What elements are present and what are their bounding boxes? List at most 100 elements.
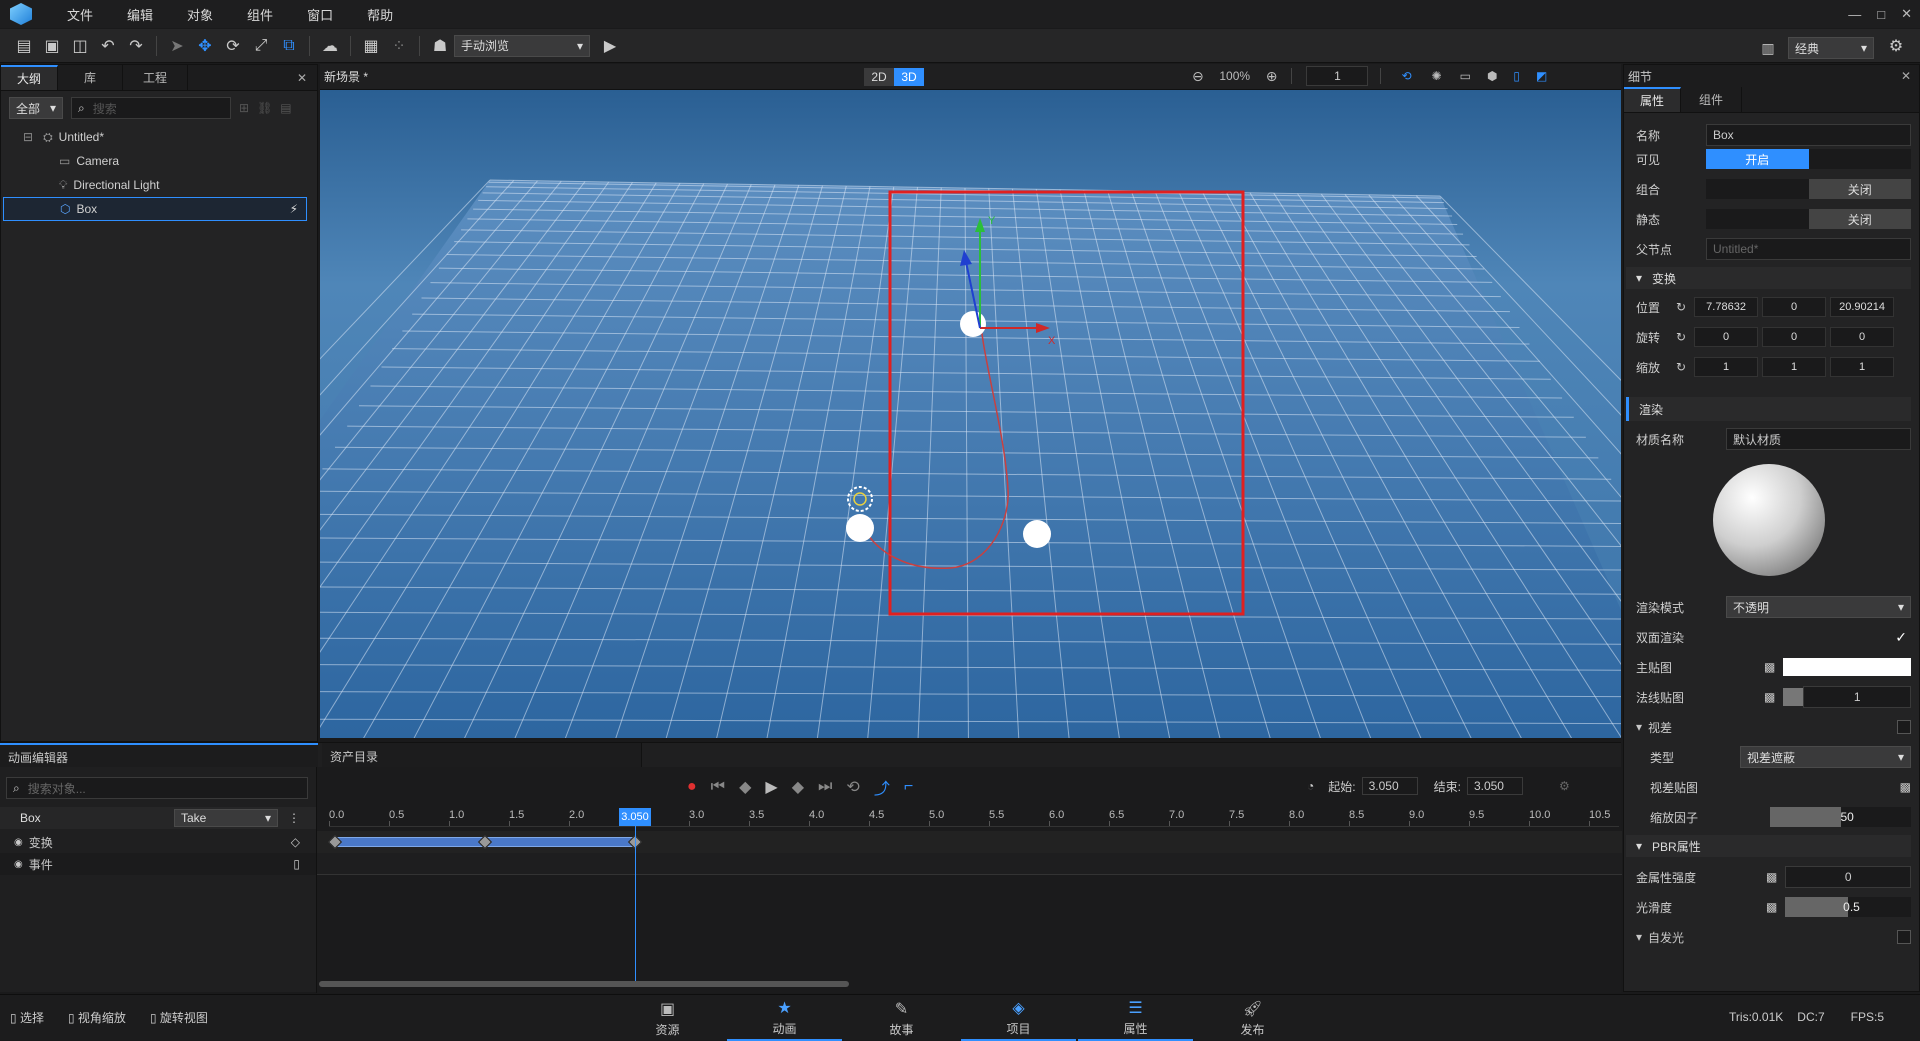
path-point-mid[interactable] (1023, 520, 1051, 548)
time-ruler[interactable]: 0.00.51.01.52.02.53.03.54.04.55.05.56.06… (329, 809, 1619, 827)
end-input[interactable]: 3.050 (1466, 777, 1523, 795)
sun-icon[interactable]: ✺ (1432, 69, 1442, 83)
grid-icon[interactable]: ▦ (357, 32, 385, 60)
tab-project[interactable]: 工程 (123, 65, 189, 90)
group-toggle[interactable]: 关闭 (1706, 179, 1911, 199)
collapse-icon[interactable]: ⊟ (23, 130, 33, 144)
play-icon[interactable]: ▶ (596, 32, 624, 60)
tangent-icon[interactable]: ⌐ (904, 778, 913, 796)
timeline-area[interactable]: ● ⏮ ◆ ▶ ◆ ⏭ ⟲ ⤴ ⌐ ◔ 起始: 3.050 结束: 3.050 … (316, 767, 1622, 993)
count-input[interactable]: 1 (1306, 66, 1369, 86)
save-icon[interactable]: ▣ (38, 32, 66, 60)
position-z[interactable]: 20.90214 (1830, 297, 1895, 317)
path-point-start[interactable] (846, 514, 874, 542)
smoothness-slider[interactable]: 0.5 (1785, 897, 1911, 917)
play-anim-icon[interactable]: ▶ (765, 777, 777, 797)
start-input[interactable]: 3.050 (1361, 777, 1418, 795)
scale-tool-icon[interactable]: ⤢ (247, 32, 275, 60)
visible-toggle[interactable]: 开启 (1706, 149, 1911, 169)
stats-toggle-icon[interactable]: ◩ (1536, 69, 1547, 83)
add-keyframe-icon[interactable]: ◇ (291, 835, 300, 849)
normal-texture-swatch[interactable] (1783, 688, 1804, 706)
zoom-out-icon[interactable]: ⊖ (1192, 68, 1204, 85)
tab-asset-directory[interactable]: 资产目录 (322, 743, 642, 767)
material-field[interactable]: 默认材质 (1726, 428, 1911, 450)
reset-icon[interactable]: ↻ (1676, 330, 1686, 344)
filter-select[interactable]: 全部 ▾ (9, 97, 63, 119)
expand-all-icon[interactable]: ⊞ (239, 101, 249, 115)
outline-search-input[interactable]: ⌕ 搜索 (71, 97, 231, 119)
reset-icon[interactable]: ↻ (1676, 300, 1686, 314)
menu-component[interactable]: 组件 (230, 5, 290, 24)
track-event[interactable]: ◉ 事件 ▯ (0, 853, 316, 875)
tab-properties[interactable]: 属性 (1624, 87, 1682, 112)
eye-icon[interactable]: ◉ (14, 859, 23, 870)
anim-search-input[interactable]: ⌕ 搜索对象... (6, 777, 308, 799)
camera-sync-icon[interactable]: ⟲ (1401, 69, 1411, 83)
take-select[interactable]: Take ▾ (174, 809, 278, 827)
transform-space-icon[interactable]: ⧉ (275, 32, 303, 60)
main-texture-swatch[interactable] (1783, 658, 1911, 676)
redo-icon[interactable]: ↷ (122, 32, 150, 60)
menu-file[interactable]: 文件 (50, 5, 110, 24)
snap-grid-icon[interactable]: ⁘ (385, 32, 413, 60)
timeline-settings-icon[interactable]: ⚙ (1559, 779, 1570, 793)
prev-key-icon[interactable]: ◆ (739, 777, 751, 797)
scale-factor-slider[interactable]: 50 (1770, 807, 1911, 827)
maximize-button[interactable]: □ (1877, 7, 1885, 22)
cube-icon[interactable]: ⬢ (1487, 69, 1497, 83)
rotation-y[interactable]: 0 (1762, 327, 1827, 347)
browse-mode-select[interactable]: 手动浏览 ▾ (454, 34, 590, 57)
layout-icon[interactable]: ▥ (1754, 34, 1782, 62)
emission-header[interactable]: 自发光 (1648, 929, 1684, 946)
next-key-icon[interactable]: ◆ (792, 777, 804, 797)
menu-help[interactable]: 帮助 (350, 5, 410, 24)
rotate-tool-icon[interactable]: ⟳ (219, 32, 247, 60)
metallic-input[interactable]: 0 (1785, 866, 1911, 888)
scene-canvas[interactable]: Y X (320, 90, 1621, 738)
animation-run-icon[interactable]: ⚡︎ (290, 202, 298, 216)
scale-z[interactable]: 1 (1830, 357, 1895, 377)
normal-strength-input[interactable]: 1 (1803, 686, 1911, 708)
first-frame-icon[interactable]: ⏮ (711, 778, 725, 796)
close-panel-icon[interactable]: ✕ (287, 65, 317, 90)
tree-item-camera[interactable]: ▭ Camera (27, 149, 307, 173)
tab-components[interactable]: 组件 (1681, 87, 1743, 112)
tab-outline[interactable]: 大纲 (1, 65, 59, 90)
mode-3d-button[interactable]: 3D (894, 68, 924, 86)
texture-picker-icon[interactable]: ▩ (1764, 660, 1775, 674)
render-mode-select[interactable]: 不透明 ▾ (1726, 596, 1911, 618)
parallax-header[interactable]: 视差 (1648, 719, 1672, 736)
select-tool-icon[interactable]: ➤ (163, 32, 191, 60)
pbr-section-header[interactable]: ▾ PBR属性 (1626, 835, 1911, 857)
select-mode-button[interactable]: ▯ 选择 (10, 1009, 44, 1026)
position-x[interactable]: 7.78632 (1694, 297, 1759, 317)
zoom-view-button[interactable]: ▯ 视角缩放 (68, 1009, 126, 1026)
settings-gear-icon[interactable]: ⚙ (1882, 32, 1910, 60)
texture-picker-icon[interactable]: ▩ (1764, 690, 1775, 704)
save-all-icon[interactable]: ◫ (66, 32, 94, 60)
tab-library[interactable]: 库 (58, 65, 124, 90)
nav-publish[interactable]: 🚀︎ 发布 (1195, 995, 1310, 1041)
transform-section-header[interactable]: ▾ 变换 (1626, 267, 1911, 289)
cloud-icon[interactable]: ☁ (316, 32, 344, 60)
tree-item-directional-light[interactable]: 💡︎ Directional Light (27, 173, 307, 197)
lock-view-icon[interactable]: ▯ (1513, 69, 1520, 83)
path-point-end[interactable] (960, 311, 986, 337)
track-transform[interactable]: ◉ 变换 ◇ (0, 831, 316, 853)
event-marker-icon[interactable]: ▯ (293, 857, 300, 871)
mode-2d-button[interactable]: 2D (864, 68, 894, 86)
undo-icon[interactable]: ↶ (94, 32, 122, 60)
curve-edit-icon[interactable]: ⤴ (874, 775, 890, 799)
reset-icon[interactable]: ↻ (1676, 360, 1686, 374)
render-section-header[interactable]: 渲染 (1626, 397, 1911, 421)
nav-story[interactable]: ✎ 故事 (844, 995, 959, 1041)
scale-x[interactable]: 1 (1694, 357, 1759, 377)
last-frame-icon[interactable]: ⏭ (818, 778, 832, 796)
playhead-line[interactable] (635, 809, 636, 981)
rotation-x[interactable]: 0 (1694, 327, 1759, 347)
parallax-type-select[interactable]: 视差遮蔽 ▾ (1740, 746, 1911, 768)
close-window-button[interactable]: ✕ (1901, 6, 1912, 22)
emission-checkbox[interactable] (1897, 930, 1911, 944)
zoom-in-icon[interactable]: ⊕ (1266, 68, 1278, 85)
